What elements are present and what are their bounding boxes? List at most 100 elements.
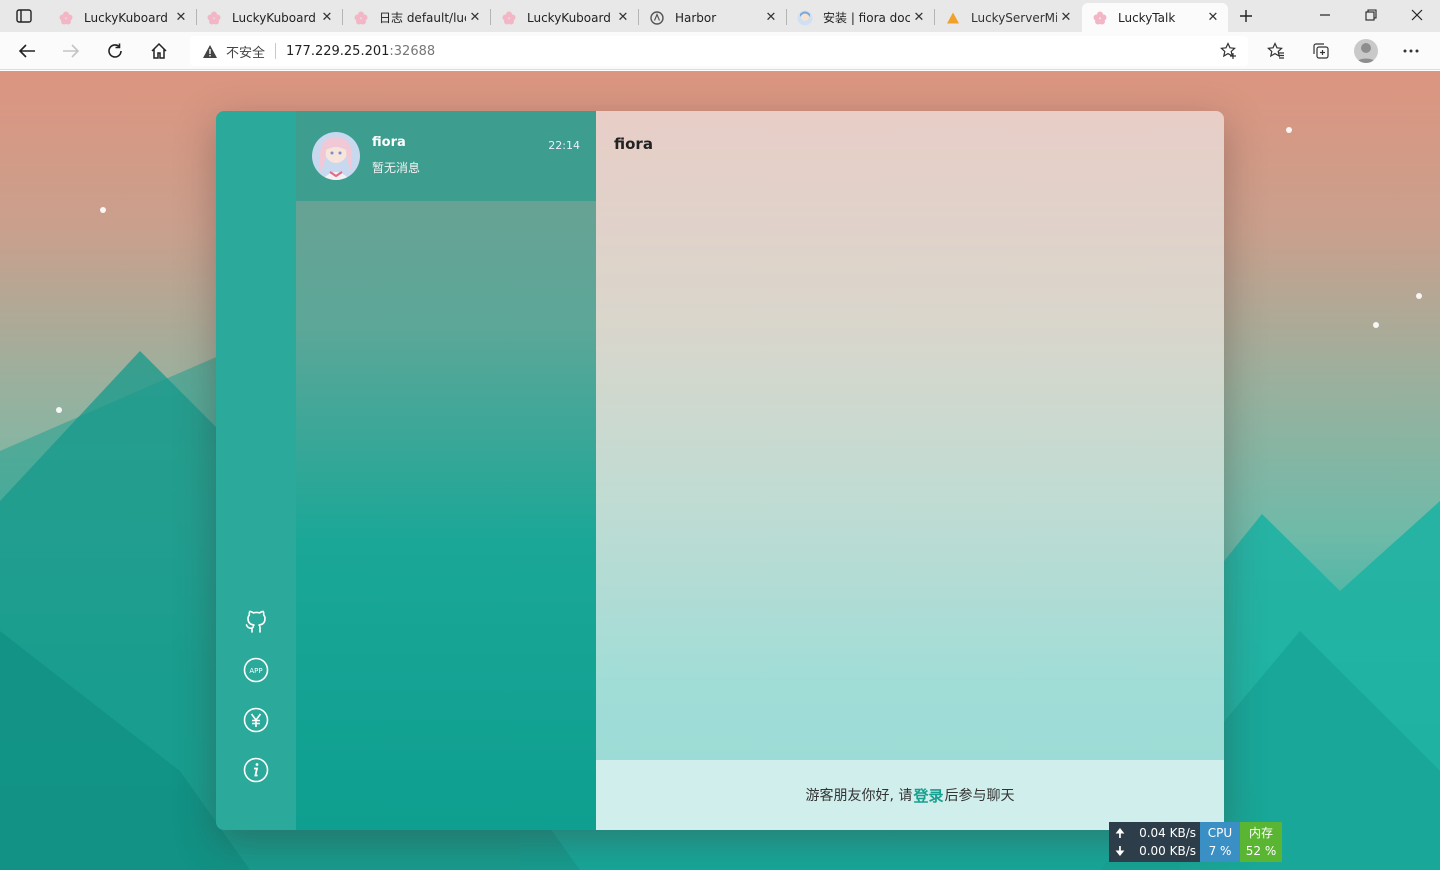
memory-label: 内存 [1248, 826, 1273, 840]
browser-tab-active[interactable]: LuckyTalk ✕ [1082, 3, 1228, 32]
back-button[interactable] [12, 36, 42, 66]
warning-icon[interactable] [202, 43, 218, 59]
memory-usage: 内存 52 % [1240, 822, 1282, 862]
minimize-icon [1320, 14, 1330, 16]
tab-title: LuckyKuboard [232, 10, 316, 25]
conversation-preview: 暂无消息 [372, 161, 421, 175]
tab-title: 安装 | fiora doc [823, 11, 910, 25]
chat-footer: 游客朋友你好, 请 登录 后参与聊天 [596, 760, 1224, 830]
sakura-icon [501, 10, 517, 26]
home-button[interactable] [144, 36, 174, 66]
github-icon [245, 610, 266, 633]
page-viewport: APP fiora 22:14 暂无消息 fiora 游客朋友你好, 请 登录 … [0, 71, 1440, 870]
conversation-time: 22:14 [548, 139, 580, 152]
url-host[interactable]: 177.229.25.201 [286, 44, 389, 59]
tab-title: LuckyKuboard [527, 10, 611, 25]
download-speed: 0.00 KB/s [1139, 844, 1196, 858]
snow-dot [1373, 322, 1379, 328]
sakura-icon [58, 10, 74, 26]
yen-icon [243, 707, 269, 733]
svg-text:APP: APP [249, 667, 262, 675]
tab-strip: LuckyKuboard ✕ LuckyKuboard ✕ 日志 default… [0, 0, 1440, 32]
collections-icon [1313, 43, 1329, 59]
browser-tab[interactable]: Harbor ✕ [639, 3, 786, 32]
restore-button[interactable] [1348, 0, 1394, 30]
tab-title: 日志 default/luc [379, 11, 466, 25]
conversation-name: fiora [372, 135, 406, 150]
snow-dot [56, 407, 62, 413]
upload-arrow-icon: 🠉 [1115, 826, 1125, 840]
refresh-icon [108, 43, 122, 58]
donate-link[interactable] [243, 707, 269, 733]
address-divider [275, 43, 277, 59]
icon-sidebar: APP [216, 111, 296, 830]
browser-tab[interactable]: LuckyKuboard ✕ [48, 3, 196, 32]
cpu-value: 7 % [1208, 844, 1232, 858]
anime-avatar-icon [797, 10, 813, 26]
add-favorite-icon[interactable] [1220, 42, 1238, 60]
close-tab-icon[interactable]: ✕ [172, 9, 190, 27]
chat-title: fiora [614, 135, 653, 153]
upload-speed: 0.04 KB/s [1139, 826, 1196, 840]
close-tab-icon[interactable]: ✕ [762, 9, 780, 27]
network-speeds: 🠉 0.04 KB/s 🠋 0.00 KB/s [1109, 822, 1200, 862]
favorites-button[interactable] [1261, 36, 1291, 66]
harbor-icon [649, 10, 665, 26]
browser-tab[interactable]: LuckyKuboard ✕ [491, 3, 638, 32]
forward-arrow-icon [63, 44, 80, 58]
user-icon [1356, 43, 1376, 63]
more-dots-icon [1403, 49, 1419, 53]
sakura-icon [206, 10, 222, 26]
browser-toolbar: 不安全 177.229.25.201:32688 [0, 32, 1440, 70]
about-link[interactable] [243, 757, 269, 783]
browser-tab[interactable]: 日志 default/luc ✕ [343, 3, 490, 32]
close-tab-icon[interactable]: ✕ [614, 9, 632, 27]
sakura-icon [1092, 10, 1108, 26]
browser-tab[interactable]: LuckyKuboard ✕ [196, 3, 342, 32]
tab-actions-icon [16, 9, 32, 23]
close-icon [1411, 9, 1423, 21]
memory-value: 52 % [1245, 844, 1277, 858]
login-link[interactable]: 登录 [913, 785, 943, 806]
settings-more-button[interactable] [1396, 36, 1426, 66]
guest-notice-suffix: 后参与聊天 [944, 788, 1015, 804]
insecure-label[interactable]: 不安全 [226, 42, 265, 61]
tab-title: LuckyKuboard [84, 10, 168, 25]
close-tab-icon[interactable]: ✕ [1057, 9, 1075, 27]
snow-dot [1416, 293, 1422, 299]
new-tab-button[interactable] [1234, 5, 1258, 27]
conversation-item[interactable]: fiora 22:14 暂无消息 [296, 111, 596, 201]
forward-button[interactable] [56, 36, 86, 66]
warning-triangle-icon [945, 10, 961, 26]
app-download-link[interactable]: APP [243, 657, 269, 683]
restore-icon [1365, 9, 1377, 21]
sakura-icon [353, 10, 369, 26]
close-tab-icon[interactable]: ✕ [318, 9, 336, 27]
profile-avatar-button[interactable] [1354, 39, 1378, 63]
tab-title: Harbor [675, 10, 717, 25]
chat-app-window: APP fiora 22:14 暂无消息 fiora 游客朋友你好, 请 登录 … [216, 111, 1224, 830]
cpu-usage: CPU 7 % [1200, 822, 1240, 862]
favorites-icon [1267, 42, 1284, 59]
close-window-button[interactable] [1394, 0, 1440, 30]
url-port[interactable]: :32688 [389, 44, 435, 59]
collections-button[interactable] [1306, 36, 1336, 66]
cpu-label: CPU [1207, 826, 1233, 840]
close-tab-icon[interactable]: ✕ [1204, 9, 1222, 27]
minimize-button[interactable] [1302, 0, 1348, 30]
tab-title: LuckyServerMiy [971, 10, 1057, 25]
guest-notice-prefix: 游客朋友你好, 请 [805, 788, 913, 804]
close-tab-icon[interactable]: ✕ [910, 9, 928, 27]
refresh-button[interactable] [100, 36, 130, 66]
app-icon: APP [243, 657, 269, 683]
plus-icon [1240, 10, 1252, 22]
home-icon [151, 42, 167, 59]
group-avatar [312, 132, 360, 180]
browser-tab[interactable]: LuckyServerMiy ✕ [935, 3, 1081, 32]
browser-tab[interactable]: 安装 | fiora doc ✕ [787, 3, 934, 32]
close-tab-icon[interactable]: ✕ [466, 9, 484, 27]
address-bar[interactable]: 不安全 177.229.25.201:32688 [190, 36, 1248, 66]
github-link[interactable] [243, 608, 269, 634]
info-icon [243, 757, 269, 783]
tab-actions-menu-button[interactable] [10, 6, 38, 26]
